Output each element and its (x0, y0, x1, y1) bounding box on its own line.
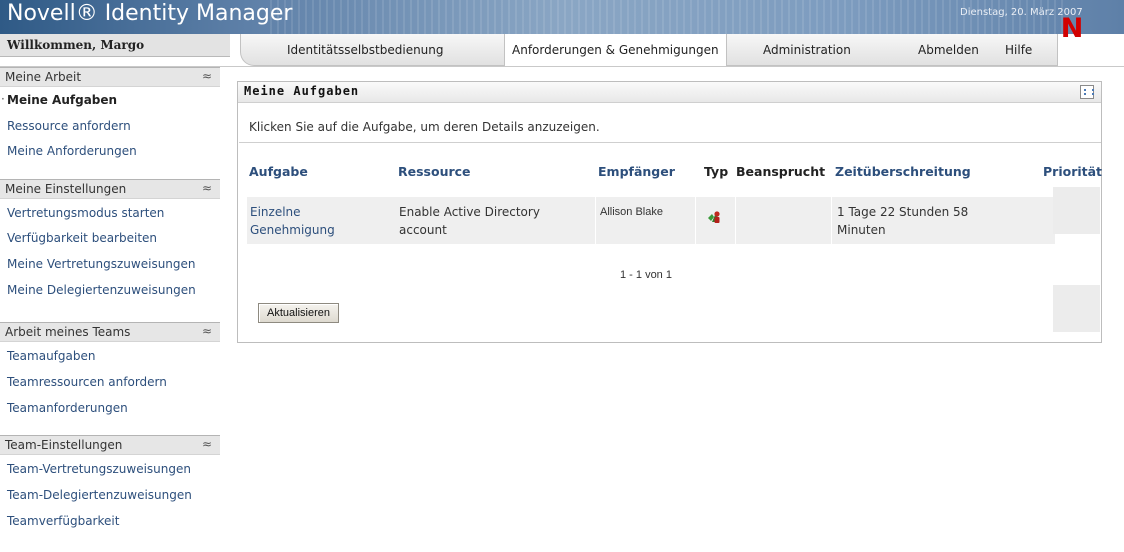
table-row[interactable]: Einzelne Genehmigung Enable Active Direc… (247, 197, 1055, 244)
resource-line: Enable Active Directory (399, 205, 540, 219)
cell-divider (735, 197, 736, 244)
sidebar-section-arbeit-meines-teams: Arbeit meines Teams ≈ (0, 322, 220, 342)
task-name-link[interactable]: Einzelne Genehmigung (250, 203, 335, 239)
recipient-cell: Allison Blake (600, 206, 663, 218)
collapse-icon[interactable]: ≈ (202, 324, 212, 338)
resource-line: account (399, 223, 447, 237)
sidebar: Meine Arbeit ≈ · Meine Aufgaben Ressourc… (0, 67, 220, 552)
priority-cell (1053, 187, 1100, 234)
header-banner: Novell® Identity Manager Dienstag, 20. M… (0, 0, 1124, 34)
sidebar-item-meine-anforderungen[interactable]: Meine Anforderungen (0, 140, 220, 162)
sidebar-section-title: Meine Arbeit (5, 70, 82, 84)
sidebar-section-title: Team-Einstellungen (5, 438, 123, 452)
collapse-icon[interactable]: ≈ (202, 69, 212, 83)
timeout-line: Minuten (837, 223, 886, 237)
current-item-marker: · (1, 92, 5, 106)
column-header-beansprucht: Beansprucht (736, 164, 826, 179)
instruction-text: Klicken Sie auf die Aufgabe, um deren De… (249, 120, 600, 134)
sidebar-section-meine-arbeit: Meine Arbeit ≈ (0, 67, 220, 87)
sidebar-item-teamressourcen-anfordern[interactable]: Teamressourcen anfordern (0, 371, 220, 393)
timeout-line: 1 Tage 22 Stunden 58 (837, 205, 969, 219)
timeout-cell: 1 Tage 22 Stunden 58 Minuten (837, 203, 968, 239)
app-title: Novell® Identity Manager (7, 1, 293, 26)
column-header-typ: Typ (704, 164, 729, 179)
cell-divider (595, 197, 596, 244)
column-header-ressource[interactable]: Ressource (398, 164, 471, 179)
tasks-panel: Meine Aufgaben Klicken Sie auf die Aufga… (237, 81, 1102, 343)
tab-abmelden[interactable]: Abmelden (918, 43, 979, 57)
column-header-aufgabe[interactable]: Aufgabe (249, 164, 308, 179)
sidebar-item-verfuegbarkeit-bearbeiten[interactable]: Verfügbarkeit bearbeiten (0, 227, 220, 249)
pagination-info: 1 - 1 von 1 (620, 269, 672, 281)
navigation-bar: Willkommen, Margo Identitätsselbstbedien… (0, 34, 1124, 67)
column-header-prioritaet[interactable]: Priorität (1043, 164, 1102, 179)
sidebar-item-team-delegiertenzuweisungen[interactable]: Team-Delegiertenzuweisungen (0, 484, 220, 506)
column-header-empfaenger[interactable]: Empfänger (598, 164, 675, 179)
sidebar-section-meine-einstellungen: Meine Einstellungen ≈ (0, 179, 220, 199)
sidebar-item-meine-vertretungszuweisungen[interactable]: Meine Vertretungszuweisungen (0, 253, 220, 275)
collapse-icon[interactable]: ≈ (202, 437, 212, 451)
view-options-icon[interactable] (1080, 85, 1094, 99)
sidebar-item-meine-delegiertenzuweisungen[interactable]: Meine Delegiertenzuweisungen (0, 279, 220, 301)
sidebar-item-teamverfuegbarkeit[interactable]: Teamverfügbarkeit (0, 510, 220, 532)
novell-logo: N (1060, 13, 1084, 44)
tab-anforderungen-genehmigungen[interactable]: Anforderungen & Genehmigungen (504, 34, 727, 66)
sidebar-section-title: Arbeit meines Teams (5, 325, 131, 339)
panel-titlebar: Meine Aufgaben (238, 82, 1101, 103)
sidebar-item-meine-aufgaben[interactable]: · Meine Aufgaben (0, 89, 220, 111)
column-header-zeitueberschreitung[interactable]: Zeitüberschreitung (835, 164, 971, 179)
welcome-message: Willkommen, Margo (0, 34, 230, 57)
panel-title: Meine Aufgaben (244, 84, 360, 98)
cell-divider (831, 197, 832, 244)
main-tabs: Identitätsselbstbedienung Anforderungen … (240, 34, 1058, 66)
approval-type-icon (706, 209, 722, 225)
sidebar-section-team-einstellungen: Team-Einstellungen ≈ (0, 435, 220, 455)
sidebar-item-ressource-anfordern[interactable]: Ressource anfordern (0, 115, 220, 137)
refresh-button[interactable]: Aktualisieren (258, 303, 339, 323)
sidebar-item-team-vertretungszuweisungen[interactable]: Team-Vertretungszuweisungen (0, 458, 220, 480)
tab-administration[interactable]: Administration (763, 43, 851, 57)
sidebar-item-vertretungsmodus-starten[interactable]: Vertretungsmodus starten (0, 202, 220, 224)
task-name-line: Genehmigung (250, 223, 335, 237)
collapse-icon[interactable]: ≈ (202, 181, 212, 195)
resource-cell: Enable Active Directory account (399, 203, 540, 239)
tab-identitaetsselbstbedienung[interactable]: Identitätsselbstbedienung (287, 43, 444, 57)
approval-type-glyph (708, 211, 720, 223)
priority-cell-empty (1053, 285, 1100, 332)
sidebar-section-title: Meine Einstellungen (5, 182, 127, 196)
tab-hilfe[interactable]: Hilfe (1005, 43, 1032, 57)
cell-divider (695, 197, 696, 244)
sidebar-item-teamanforderungen[interactable]: Teamanforderungen (0, 397, 220, 419)
divider (239, 142, 1101, 143)
sidebar-item-label: Meine Aufgaben (7, 93, 118, 107)
sidebar-item-teamaufgaben[interactable]: Teamaufgaben (0, 345, 220, 367)
task-name-line: Einzelne (250, 205, 301, 219)
